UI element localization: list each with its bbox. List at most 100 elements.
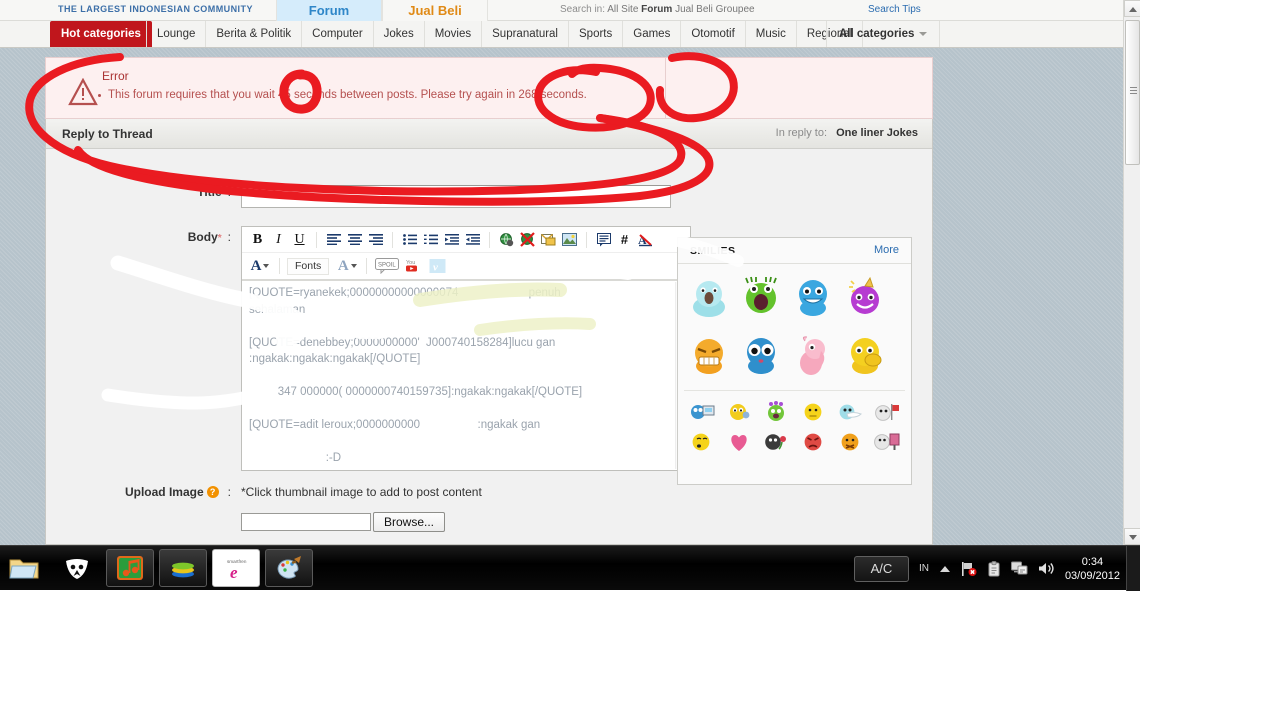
- smiley-thinking[interactable]: [721, 399, 756, 425]
- smiley-orange-evil-grin[interactable]: [684, 330, 734, 380]
- reply-panel-header: Reply to Thread In reply to: One liner J…: [46, 119, 932, 149]
- body-label: Body*:: [46, 226, 241, 471]
- image-icon[interactable]: [560, 230, 579, 249]
- smiley-neutral[interactable]: [796, 399, 831, 425]
- category-computer[interactable]: Computer: [302, 21, 374, 47]
- smiley-pink-elephant[interactable]: [788, 330, 838, 380]
- indent-icon[interactable]: [463, 230, 482, 249]
- browser-scroll-thumb[interactable]: [1125, 20, 1140, 165]
- outdent-icon[interactable]: [442, 230, 461, 249]
- network-error-flag-icon[interactable]: [961, 561, 977, 577]
- spoiler-icon[interactable]: SPOIL: [374, 257, 400, 276]
- numbered-list-icon[interactable]: [421, 230, 440, 249]
- category-nav-bar: Hot categories Lounge Berita & Politik C…: [0, 21, 1130, 48]
- browse-button[interactable]: Browse...: [373, 512, 446, 532]
- category-supranatural[interactable]: Supranatural: [482, 21, 569, 47]
- underline-icon[interactable]: U: [290, 230, 309, 249]
- explorer-folder-icon[interactable]: [0, 549, 48, 587]
- smiley-blue-bigeyes[interactable]: [736, 330, 786, 380]
- paint-icon[interactable]: [265, 549, 313, 587]
- bullet-list-icon[interactable]: [400, 230, 419, 249]
- scroll-up-arrow-icon[interactable]: [1124, 0, 1140, 17]
- clock[interactable]: 0:34 03/09/2012: [1065, 555, 1120, 583]
- fonts-dropdown[interactable]: Fonts: [287, 257, 330, 275]
- network-monitor-icon[interactable]: [1010, 561, 1028, 576]
- smiley-flower-head[interactable]: [758, 399, 793, 425]
- warning-triangle-icon: [68, 78, 98, 106]
- search-scope-all-site[interactable]: All Site: [607, 4, 638, 15]
- smiley-mirror[interactable]: [870, 429, 905, 455]
- tab-forum[interactable]: Forum: [276, 0, 382, 21]
- link-icon[interactable]: [497, 230, 516, 249]
- align-left-icon[interactable]: [324, 230, 343, 249]
- align-center-icon[interactable]: [345, 230, 364, 249]
- category-jokes[interactable]: Jokes: [374, 21, 425, 47]
- remove-format-icon[interactable]: A: [636, 230, 655, 249]
- smiley-purple-party[interactable]: [840, 272, 890, 322]
- volume-speaker-icon[interactable]: [1038, 561, 1055, 576]
- help-icon[interactable]: ?: [206, 486, 219, 498]
- category-otomotif[interactable]: Otomotif: [681, 21, 746, 47]
- clipboard-icon[interactable]: [987, 560, 1001, 577]
- smiley-computer[interactable]: [684, 399, 719, 425]
- tab-hot-categories[interactable]: Hot categories: [50, 21, 152, 47]
- title-input[interactable]: [241, 185, 671, 208]
- category-movies[interactable]: Movies: [425, 21, 483, 47]
- clock-date: 03/09/2012: [1064, 569, 1120, 582]
- browser-viewport: THE LARGEST INDONESIAN COMMUNITY Forum J…: [0, 0, 1140, 545]
- font-color-icon[interactable]: A: [248, 257, 272, 276]
- search-scope-groupee[interactable]: Groupee: [716, 4, 755, 15]
- font-color-letter: A: [250, 257, 262, 274]
- smiley-rose[interactable]: [758, 429, 793, 455]
- align-right-icon[interactable]: [366, 230, 385, 249]
- youtube-icon[interactable]: You: [402, 257, 424, 276]
- bluestacks-icon[interactable]: [159, 549, 207, 587]
- in-reply-to-thread[interactable]: One liner Jokes: [836, 127, 918, 139]
- smartfren-icon[interactable]: smartfren e: [212, 549, 260, 587]
- smiley-green-monster[interactable]: [736, 272, 786, 322]
- smiley-yellow-shy[interactable]: [840, 330, 890, 380]
- all-categories-dropdown[interactable]: All categories: [826, 21, 941, 47]
- browser-scrollbar[interactable]: [1123, 0, 1140, 545]
- search-scope-jual-beli[interactable]: Jual Beli: [675, 4, 713, 15]
- category-lounge[interactable]: Lounge: [146, 21, 207, 47]
- tab-jual-beli[interactable]: Jual Beli: [382, 0, 488, 21]
- bold-icon[interactable]: B: [248, 230, 267, 249]
- error-message: This forum requires that you wait 45 sec…: [108, 89, 587, 101]
- upload-controls: *Click thumbnail image to add to post co…: [241, 485, 482, 532]
- search-scope-forum[interactable]: Forum: [641, 4, 672, 15]
- title-label-text: Title: [197, 185, 222, 199]
- show-desktop-button[interactable]: [1126, 546, 1140, 591]
- smiley-flag[interactable]: [870, 399, 905, 425]
- category-music[interactable]: Music: [746, 21, 797, 47]
- foobar2000-icon[interactable]: [53, 549, 101, 587]
- quote-icon[interactable]: [594, 230, 613, 249]
- category-berita-politik[interactable]: Berita & Politik: [206, 21, 303, 47]
- music-player-icon[interactable]: [106, 549, 154, 587]
- smiley-blue-grin[interactable]: [788, 272, 838, 322]
- smiley-shocked-cyan[interactable]: [684, 272, 734, 322]
- smiley-silenced[interactable]: [833, 429, 868, 455]
- italic-icon[interactable]: I: [269, 230, 288, 249]
- category-sports[interactable]: Sports: [569, 21, 624, 47]
- smiley-sleep[interactable]: [833, 399, 868, 425]
- search-tips-link[interactable]: Search Tips: [868, 4, 921, 15]
- svg-text:You: You: [406, 260, 415, 266]
- language-indicator[interactable]: IN: [919, 563, 929, 574]
- smiley-angry[interactable]: [796, 429, 831, 455]
- title-row: Title:: [46, 185, 932, 208]
- vimeo-icon[interactable]: v: [426, 257, 448, 276]
- ac-button[interactable]: A/C: [853, 555, 909, 582]
- smilies-more-link[interactable]: More: [874, 244, 899, 256]
- file-path-input[interactable]: [241, 513, 371, 531]
- smiley-heart[interactable]: [721, 429, 756, 455]
- font-size-icon[interactable]: A: [335, 257, 359, 276]
- show-hidden-icons-arrow-icon[interactable]: [939, 564, 951, 574]
- email-icon[interactable]: [539, 230, 558, 249]
- category-games[interactable]: Games: [623, 21, 682, 47]
- unlink-icon[interactable]: [518, 230, 537, 249]
- smiley-whistle[interactable]: [684, 429, 719, 455]
- body-textarea[interactable]: [QUOTE=ryanekek;00000000000000074 penuh …: [242, 280, 692, 470]
- scroll-down-arrow-icon[interactable]: [1124, 528, 1140, 545]
- hash-icon[interactable]: #: [615, 230, 634, 249]
